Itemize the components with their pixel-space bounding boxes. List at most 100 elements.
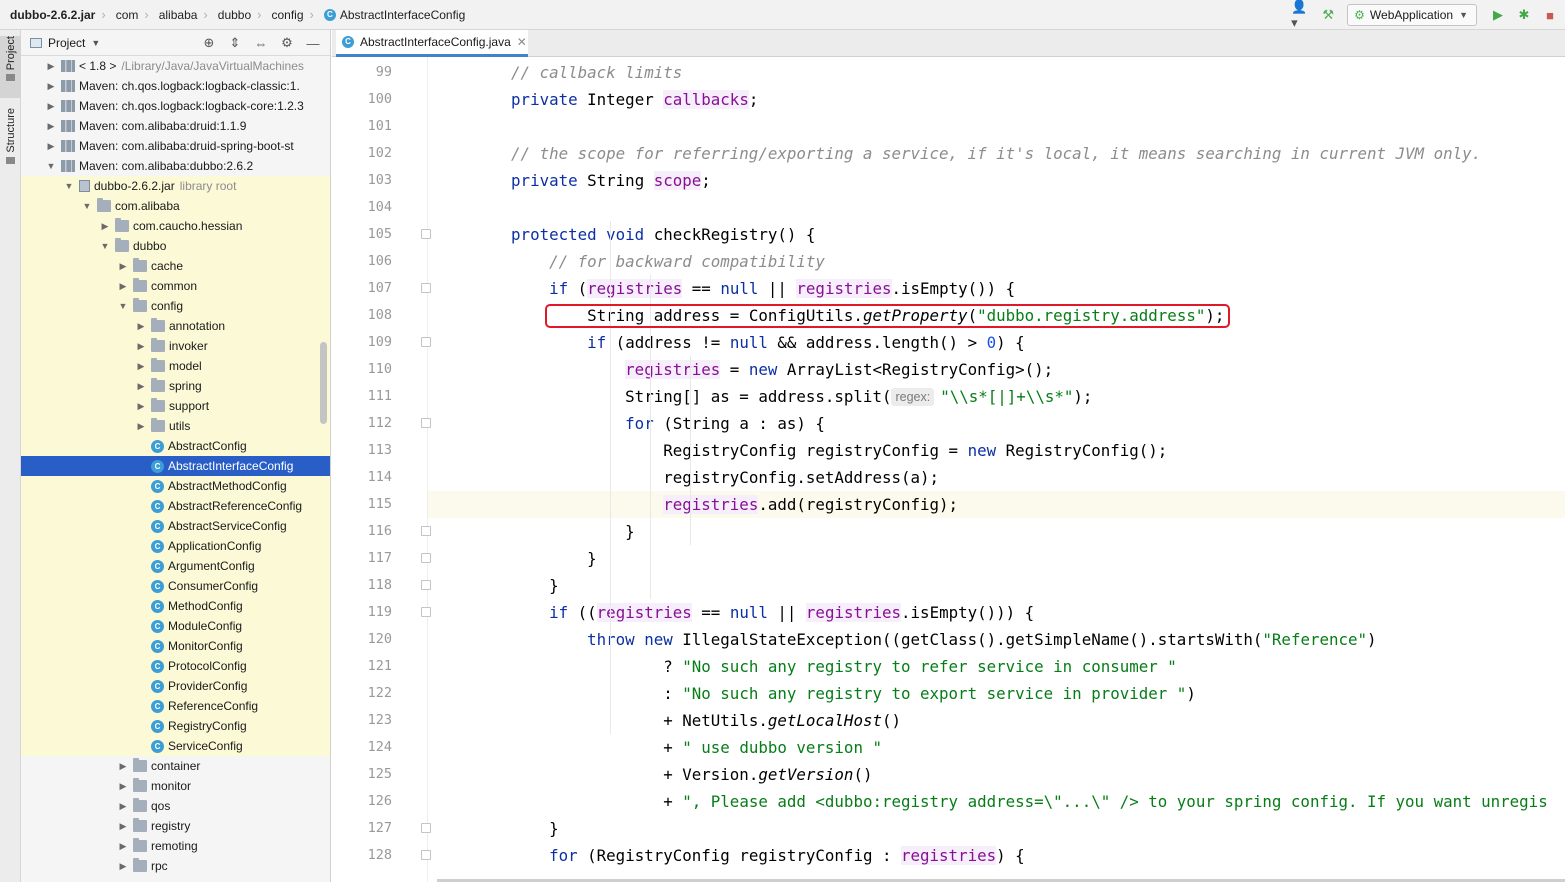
- breadcrumb-jar[interactable]: dubbo-2.6.2.jar ›: [0, 0, 106, 30]
- line-number[interactable]: 126: [332, 793, 392, 809]
- breadcrumb-config[interactable]: config ›: [261, 0, 313, 30]
- code-line[interactable]: registryConfig.setAddress(a);: [428, 464, 1565, 491]
- line-number[interactable]: 99: [332, 64, 392, 80]
- close-icon[interactable]: ✕: [517, 35, 527, 49]
- code-line[interactable]: if (address != null && address.length() …: [428, 329, 1565, 356]
- hide-icon[interactable]: —: [300, 36, 326, 51]
- line-number[interactable]: 109: [332, 334, 392, 350]
- line-number[interactable]: 102: [332, 145, 392, 161]
- tree-item-package[interactable]: ▶ annotation: [21, 316, 330, 336]
- line-number[interactable]: 121: [332, 658, 392, 674]
- tree-item-package[interactable]: ▶ container: [21, 756, 330, 776]
- expand-arrow-icon[interactable]: ▼: [81, 201, 93, 211]
- code-line[interactable]: ? "No such any registry to refer service…: [428, 653, 1565, 680]
- collapse-arrow-icon[interactable]: ▶: [117, 761, 129, 772]
- code-line[interactable]: if (registries == null || registries.isE…: [428, 275, 1565, 302]
- tree-item-class[interactable]: C AbstractServiceConfig: [21, 516, 330, 536]
- collapse-arrow-icon[interactable]: ▶: [135, 421, 147, 432]
- tree-item-package[interactable]: ▼ config: [21, 296, 330, 316]
- line-number[interactable]: 124: [332, 739, 392, 755]
- tree-item-library[interactable]: ▶ Maven: ch.qos.logback:logback-core:1.2.…: [21, 96, 330, 116]
- code-line[interactable]: [428, 113, 1565, 140]
- code-line[interactable]: }: [428, 815, 1565, 842]
- tree-item-class[interactable]: C ReferenceConfig: [21, 696, 330, 716]
- line-number[interactable]: 101: [332, 118, 392, 134]
- tree-item-class[interactable]: C ServiceConfig: [21, 736, 330, 756]
- code-line[interactable]: : "No such any registry to export servic…: [428, 680, 1565, 707]
- tree-item-class[interactable]: C AbstractInterfaceConfig: [21, 456, 330, 476]
- tree-item-library[interactable]: ▶ Maven: com.alibaba:druid-spring-boot-st: [21, 136, 330, 156]
- project-tree[interactable]: ▶ < 1.8 > /Library/Java/JavaVirtualMachine…: [21, 56, 330, 882]
- build-hammer-icon[interactable]: ⚒: [1317, 4, 1339, 26]
- stop-icon[interactable]: ■: [1539, 4, 1561, 26]
- line-number[interactable]: 110: [332, 361, 392, 377]
- chevron-down-icon[interactable]: ▼: [91, 38, 100, 48]
- collapse-arrow-icon[interactable]: ▶: [135, 381, 147, 392]
- line-number[interactable]: 106: [332, 253, 392, 269]
- vertical-scrollbar[interactable]: [320, 342, 327, 424]
- line-number[interactable]: 112: [332, 415, 392, 431]
- tree-item-class[interactable]: C AbstractReferenceConfig: [21, 496, 330, 516]
- line-number-gutter[interactable]: 99 100 101 102 103 104 105 106 107 108 109 110 111 11…: [332, 57, 431, 882]
- tree-item-class[interactable]: C MonitorConfig: [21, 636, 330, 656]
- collapse-arrow-icon[interactable]: ▶: [117, 261, 129, 272]
- expand-arrow-icon[interactable]: ▼: [45, 161, 57, 171]
- line-number[interactable]: 114: [332, 469, 392, 485]
- code-line[interactable]: }: [428, 518, 1565, 545]
- line-number[interactable]: 120: [332, 631, 392, 647]
- line-number[interactable]: 105: [332, 226, 392, 242]
- tree-item-package[interactable]: ▶ model: [21, 356, 330, 376]
- tree-item-package[interactable]: ▼ com.alibaba: [21, 196, 330, 216]
- line-number[interactable]: 103: [332, 172, 392, 188]
- code-line[interactable]: [428, 194, 1565, 221]
- tree-item-package[interactable]: ▶ registry: [21, 816, 330, 836]
- collapse-arrow-icon[interactable]: ▶: [45, 61, 57, 72]
- tree-item-library[interactable]: ▼ dubbo-2.6.2.jar library root: [21, 176, 330, 196]
- code-line[interactable]: // for backward compatibility: [428, 248, 1565, 275]
- line-number[interactable]: 117: [332, 550, 392, 566]
- code-line[interactable]: + ", Please add <dubbo:registry address=…: [428, 788, 1565, 815]
- code-line[interactable]: throw new IllegalStateException((getClas…: [428, 626, 1565, 653]
- project-view-select[interactable]: Project: [48, 36, 85, 50]
- expand-all-icon[interactable]: ⇕: [222, 35, 248, 51]
- tree-item-class[interactable]: C ConsumerConfig: [21, 576, 330, 596]
- tree-item-class[interactable]: C ApplicationConfig: [21, 536, 330, 556]
- line-number[interactable]: 123: [332, 712, 392, 728]
- collapse-arrow-icon[interactable]: ▶: [45, 121, 57, 132]
- collapse-arrow-icon[interactable]: ▶: [117, 821, 129, 832]
- code-line[interactable]: // callback limits: [428, 59, 1565, 86]
- tree-item-class[interactable]: C RegistryConfig: [21, 716, 330, 736]
- collapse-arrow-icon[interactable]: ▶: [45, 81, 57, 92]
- tree-item-package[interactable]: ▶ support: [21, 396, 330, 416]
- editor-tab[interactable]: C AbstractInterfaceConfig.java ✕: [336, 30, 528, 57]
- line-number[interactable]: 111: [332, 388, 392, 404]
- code-line[interactable]: RegistryConfig registryConfig = new Regi…: [428, 437, 1565, 464]
- run-configuration-select[interactable]: ⚙ WebApplication ▼: [1347, 4, 1477, 26]
- tree-item-package[interactable]: ▶ invoker: [21, 336, 330, 356]
- breadcrumb-com[interactable]: com ›: [106, 0, 149, 30]
- locate-icon[interactable]: ⊕: [196, 35, 222, 51]
- line-number[interactable]: 127: [332, 820, 392, 836]
- collapse-arrow-icon[interactable]: ▶: [45, 101, 57, 112]
- tree-item-package[interactable]: ▶ utils: [21, 416, 330, 436]
- tree-item-package[interactable]: ▶ remoting: [21, 836, 330, 856]
- line-number[interactable]: 115: [332, 496, 392, 512]
- line-number[interactable]: 128: [332, 847, 392, 863]
- code-line[interactable]: private Integer callbacks;: [428, 86, 1565, 113]
- code-line[interactable]: if ((registries == null || registries.is…: [428, 599, 1565, 626]
- tree-item-library[interactable]: ▼ Maven: com.alibaba:dubbo:2.6.2: [21, 156, 330, 176]
- line-number[interactable]: 100: [332, 91, 392, 107]
- expand-arrow-icon[interactable]: ▼: [117, 301, 129, 311]
- collapse-arrow-icon[interactable]: ▶: [135, 401, 147, 412]
- tree-item-package[interactable]: ▶ spring: [21, 376, 330, 396]
- tree-item-class[interactable]: C AbstractMethodConfig: [21, 476, 330, 496]
- project-tool-button[interactable]: Project: [0, 36, 21, 98]
- collapse-arrow-icon[interactable]: ▶: [117, 861, 129, 872]
- tree-item-class[interactable]: C ProtocolConfig: [21, 656, 330, 676]
- line-number[interactable]: 116: [332, 523, 392, 539]
- code-line[interactable]: registries.add(registryConfig);: [428, 491, 1565, 518]
- gear-icon[interactable]: ⚙: [274, 35, 300, 51]
- collapse-arrow-icon[interactable]: ▶: [117, 281, 129, 292]
- line-number[interactable]: 113: [332, 442, 392, 458]
- line-number[interactable]: 119: [332, 604, 392, 620]
